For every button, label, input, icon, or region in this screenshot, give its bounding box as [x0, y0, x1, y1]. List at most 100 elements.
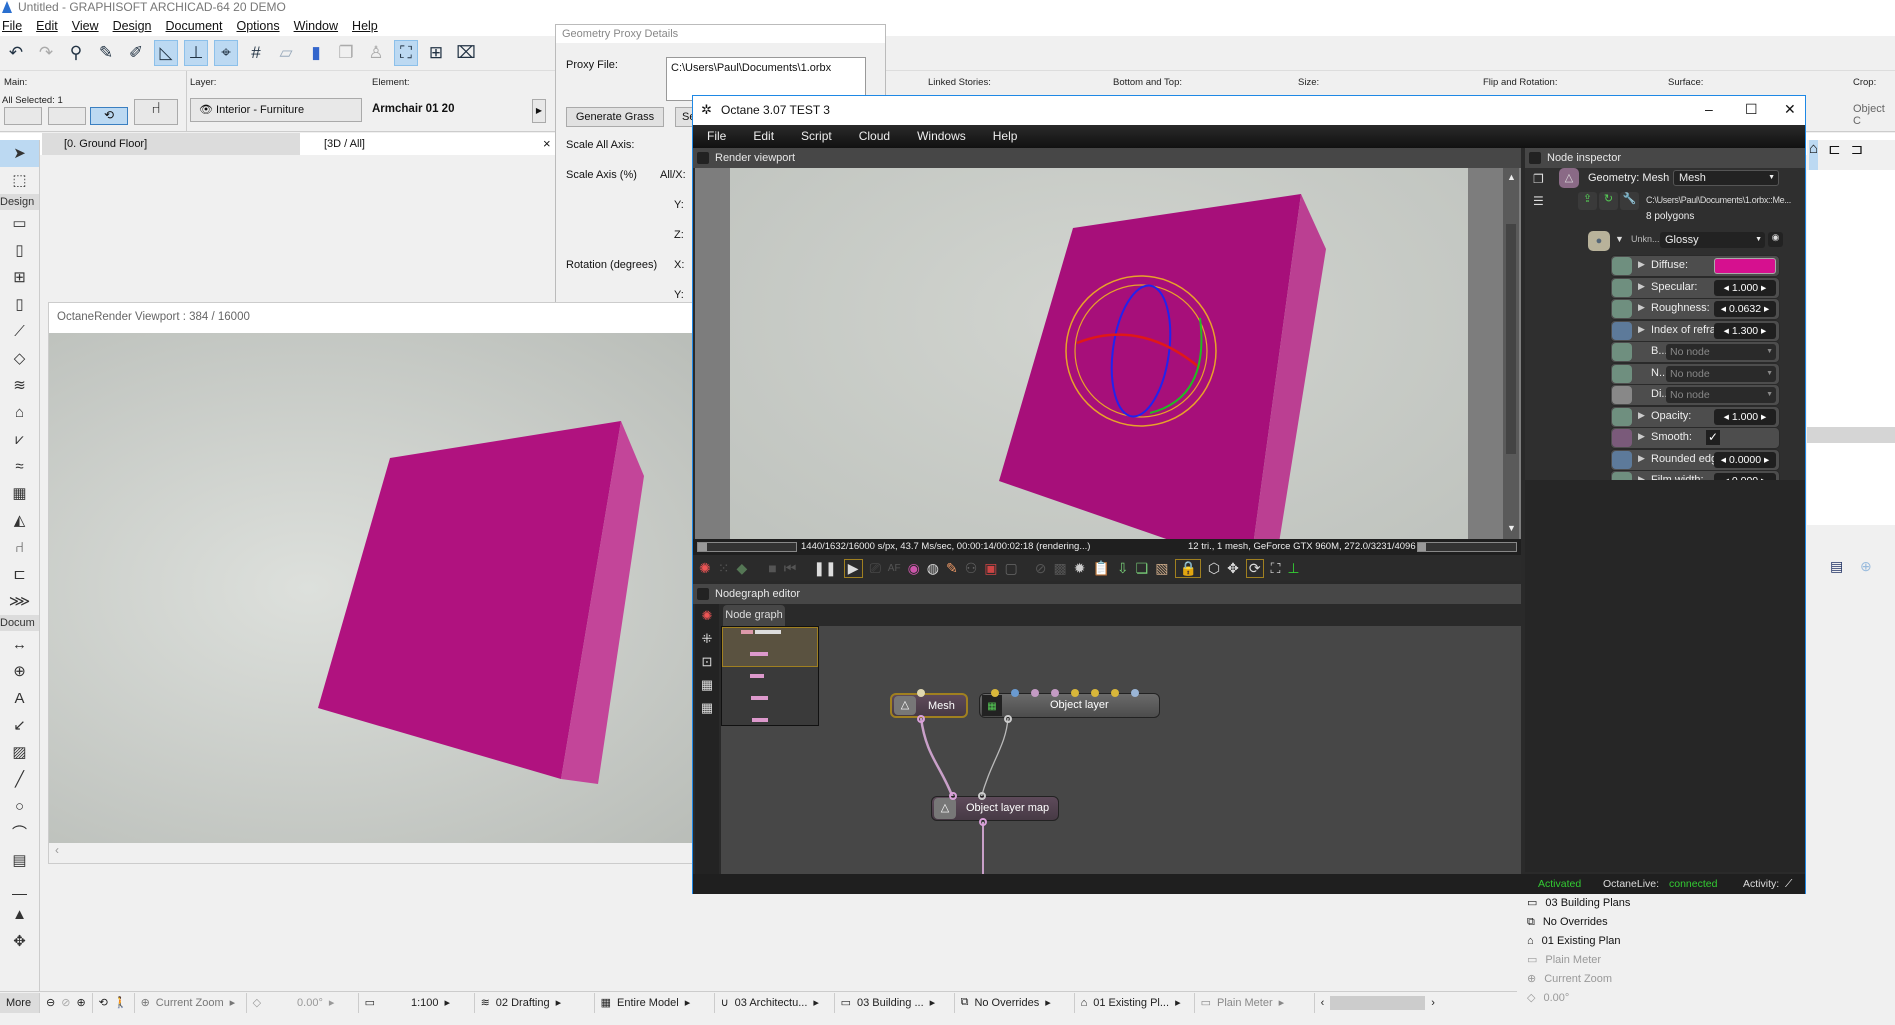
slab-tool-icon[interactable]: ◇ — [0, 345, 39, 372]
map-input-pin[interactable] — [978, 792, 986, 800]
stop-icon[interactable]: ■ — [768, 560, 776, 576]
minimize-icon[interactable]: – — [1705, 101, 1713, 117]
expand-arrow-icon[interactable]: ▶ — [1638, 259, 1645, 270]
column-tool-icon[interactable]: ▯ — [0, 291, 39, 318]
skylight-tool-icon[interactable]: ◭ — [0, 507, 39, 534]
quick-option[interactable]: ⌂ 01 Existing Plan — [1517, 932, 1895, 951]
suspend-groups-icon[interactable]: ⛶ — [394, 40, 418, 66]
beam-tool-icon[interactable]: ⟋ — [0, 318, 39, 345]
reset-graph-icon[interactable]: ✺ — [695, 604, 719, 627]
menu-view[interactable]: View — [72, 17, 99, 36]
scale-select[interactable]: ▭ 1:100 ▸ — [359, 992, 475, 1013]
pause-icon[interactable]: ❚❚ — [813, 560, 836, 577]
snap-guides-icon[interactable]: ⊥ — [184, 40, 208, 66]
scroll-thumb[interactable] — [1506, 224, 1516, 454]
renovation-select[interactable]: ⌂ 01 Existing Pl... ▸ — [1075, 992, 1195, 1013]
scroll-down-icon[interactable]: ▼ — [1507, 523, 1516, 533]
menu-window[interactable]: Window — [294, 17, 338, 36]
roof-tool-icon[interactable]: ⌂ — [0, 399, 39, 426]
octane-menu-file[interactable]: File — [707, 125, 726, 148]
tab-node-graph[interactable]: Node graph — [723, 605, 785, 626]
current-zoom-select[interactable]: ⊕ Current Zoom ▸ — [135, 992, 247, 1013]
octane-menu-edit[interactable]: Edit — [753, 125, 774, 148]
dimension-tool-icon[interactable]: ↔ — [0, 631, 39, 658]
layer-icon[interactable]: ▮ — [304, 40, 328, 66]
fill-tool-icon[interactable]: ▨ — [0, 739, 39, 766]
pin[interactable] — [1031, 689, 1039, 697]
param-value-stepper[interactable]: ◂ 1.000 ▸ — [1714, 279, 1776, 296]
quick-option[interactable]: ▭ Plain Meter — [1517, 951, 1895, 970]
syringe-icon[interactable]: ✐ — [124, 40, 148, 66]
rotation-select[interactable]: ◇ 0.00° ▸ — [247, 992, 359, 1013]
grid-tool-icon[interactable]: ✥ — [0, 928, 39, 955]
render-vertical-scrollbar[interactable]: ▲ ▼ — [1503, 168, 1519, 539]
expand-arrow-icon[interactable]: ▶ — [1638, 324, 1645, 335]
layout-icon[interactable]: ⊐ — [1851, 140, 1864, 170]
text-tool-icon[interactable]: A — [0, 685, 39, 712]
param-value-stepper[interactable]: ◂ 0.0632 ▸ — [1714, 301, 1776, 317]
viewport-horizontal-scrollbar[interactable]: ‹ — [49, 843, 697, 863]
fit-nodes-icon[interactable]: ⊡ — [695, 650, 719, 673]
close-icon[interactable]: ✕ — [1784, 101, 1796, 118]
section-tool-icon[interactable]: ⎽ — [0, 874, 39, 901]
sphere-icon[interactable]: ◍ — [927, 560, 939, 577]
layer-combination-select[interactable]: ≋ 02 Drafting ▸ — [475, 992, 595, 1013]
zoom-out-icon[interactable]: ⊖ — [46, 996, 55, 1009]
eyedropper-icon[interactable]: ✎ — [94, 40, 118, 66]
model-view-select[interactable]: ▦ Entire Model ▸ — [595, 992, 715, 1013]
redo-icon[interactable]: ↷ — [34, 40, 58, 66]
octane-menu-cloud[interactable]: Cloud — [859, 125, 890, 148]
folder-icon[interactable]: ⊏ — [1828, 140, 1841, 170]
move-icon[interactable]: ✥ — [1227, 560, 1239, 577]
export-passes-icon[interactable]: ❏ — [1136, 560, 1149, 577]
grid-icon[interactable]: ▦ — [695, 696, 719, 719]
maximize-icon[interactable]: ☐ — [1745, 101, 1758, 118]
line-tool-icon[interactable]: ╱ — [0, 766, 39, 793]
element-arrow-button[interactable]: ▶ — [532, 99, 546, 123]
expand-arrow-icon[interactable]: ▶ — [1638, 453, 1645, 464]
reload-icon[interactable]: ↻ — [1599, 192, 1618, 210]
mesh-input-pin[interactable] — [917, 689, 925, 697]
status-scrollbar[interactable]: ‹ › — [1315, 993, 1443, 1013]
white-balance-icon[interactable]: ▢ — [1005, 560, 1018, 577]
menu-edit[interactable]: Edit — [36, 17, 58, 36]
color-picker-icon[interactable]: ◉ — [908, 560, 920, 577]
eye-icon[interactable]: ◉ — [1768, 232, 1783, 247]
pin[interactable] — [991, 689, 999, 697]
menu-design[interactable]: Design — [113, 17, 152, 36]
screenshot-icon[interactable]: ⎚ — [870, 560, 881, 577]
copy-icon[interactable]: ❐ — [334, 40, 358, 66]
priority-icon[interactable]: ✹ — [1074, 560, 1086, 577]
save-render-icon[interactable]: ⇩ — [1117, 560, 1129, 577]
cube-icon[interactable]: ◆ — [736, 560, 747, 577]
pen-set-select[interactable]: ∪ 03 Architectu... ▸ — [715, 992, 835, 1013]
arrange-nodes-icon[interactable]: ⁜ — [695, 627, 719, 650]
octane-menu-windows[interactable]: Windows — [917, 125, 966, 148]
tab-3d[interactable]: [3D / All] — [308, 133, 365, 155]
menu-file[interactable]: File — [2, 17, 22, 36]
find-select-icon[interactable]: ⚲ — [64, 40, 88, 66]
map-output-pin[interactable] — [979, 818, 987, 826]
selection-filter-button[interactable] — [4, 107, 42, 125]
relative-construction-icon[interactable]: ⌖ — [214, 40, 238, 66]
geometry-type-select[interactable]: Mesh ▼ — [1673, 170, 1779, 186]
overrides-select[interactable]: ⧉ No Overrides ▸ — [955, 992, 1075, 1013]
param-value-stepper[interactable]: ◂ 0.0000 ▸ — [1714, 451, 1776, 468]
expand-all-icon[interactable]: ❐ — [1533, 172, 1544, 186]
more-button[interactable]: More — [0, 992, 40, 1013]
object-picker-icon[interactable]: ⚇ — [965, 560, 978, 577]
focus-picker-icon[interactable]: ▣ — [984, 560, 997, 577]
collapse-icon[interactable]: ☰ — [1533, 194, 1544, 208]
fullscreen-icon[interactable]: ⛶ — [1271, 560, 1281, 577]
reset-camera-icon[interactable]: ✺ — [699, 560, 711, 577]
circle-tool-icon[interactable]: ○ — [0, 793, 39, 820]
render-canvas[interactable] — [730, 168, 1468, 539]
pin[interactable] — [1131, 689, 1139, 697]
elevation-tool-icon[interactable]: ▲ — [0, 901, 39, 928]
zoom-previous-icon[interactable]: ⊘ — [61, 996, 70, 1009]
param-value-stepper[interactable]: ◂ 1.300 ▸ — [1714, 322, 1776, 339]
menu-document[interactable]: Document — [166, 17, 223, 36]
quick-option[interactable]: ◇ 0.00° — [1517, 989, 1895, 1008]
node-select[interactable]: No node ▼ — [1666, 365, 1776, 382]
play-icon[interactable]: ▶ — [843, 558, 863, 578]
